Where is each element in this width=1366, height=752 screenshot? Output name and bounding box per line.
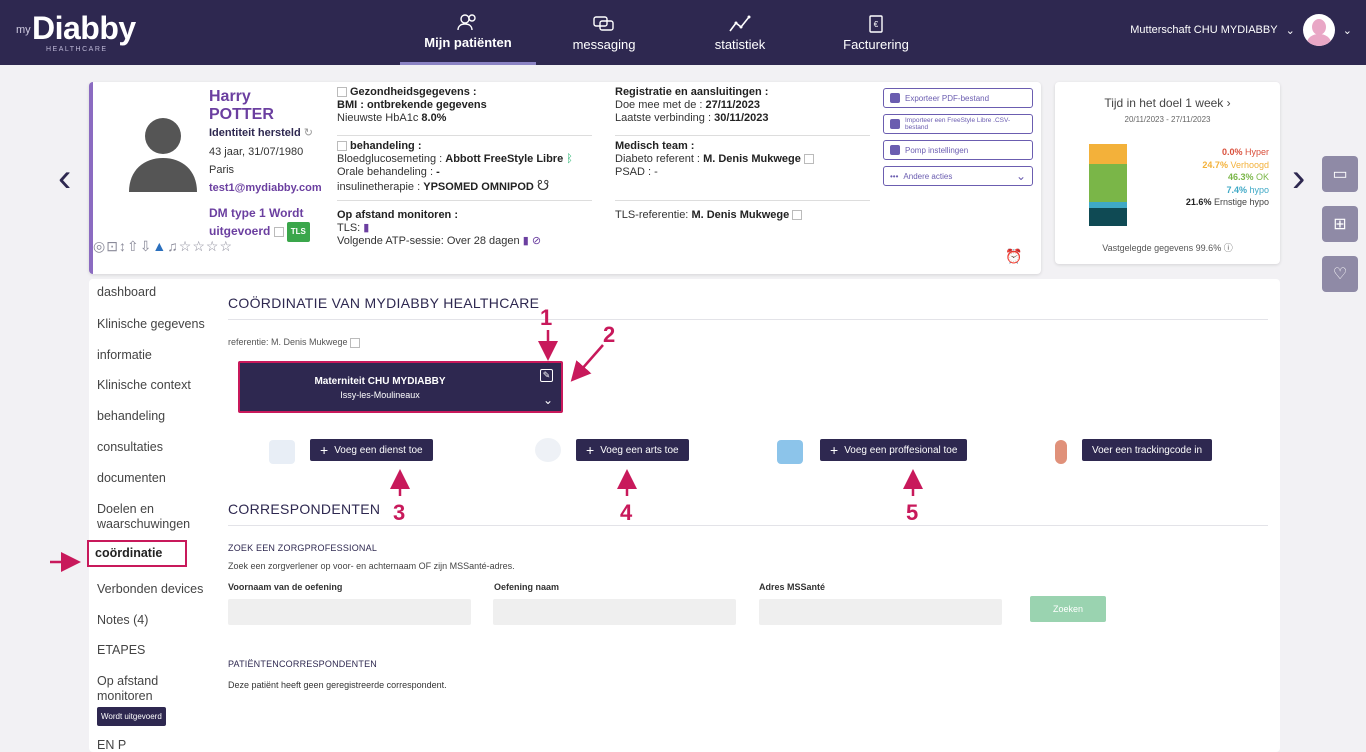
callout-arrow-2 [570, 344, 604, 382]
annotation-arrows [50, 330, 923, 572]
